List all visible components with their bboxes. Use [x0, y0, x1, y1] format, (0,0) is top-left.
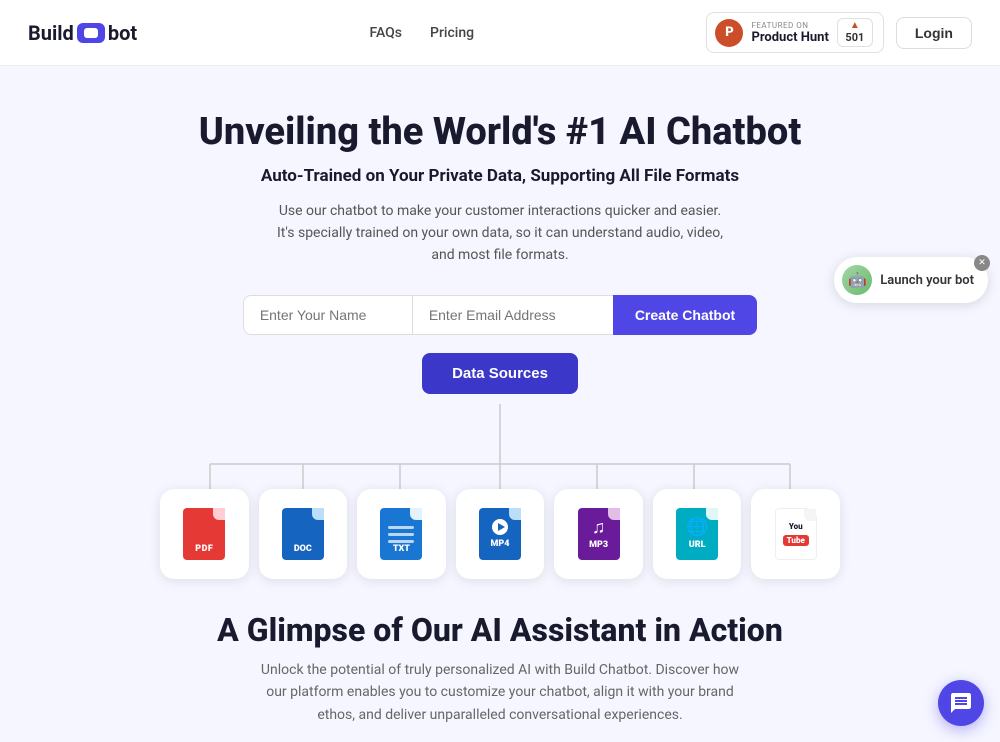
yt-tube-label: Tube	[783, 535, 809, 546]
doc-label: DOC	[294, 544, 312, 554]
launch-bot-close-icon[interactable]: ✕	[974, 255, 990, 271]
txt-card: TXT	[357, 489, 446, 579]
mp4-icon-body: MP4	[479, 508, 521, 560]
logo-bot: bot	[108, 21, 137, 45]
ph-logo: P	[715, 19, 743, 47]
file-icons-row: PDF DOC	[160, 489, 840, 579]
launch-bot-label: Launch your bot	[880, 273, 974, 288]
pdf-icon-body: PDF	[183, 508, 225, 560]
txt-line-1	[388, 526, 414, 529]
bottom-heading: A Glimpse of Our AI Assistant in Action	[20, 611, 980, 649]
product-hunt-badge[interactable]: P FEATURED ON Product Hunt ▲ 501	[706, 12, 883, 53]
tree-container: PDF DOC	[0, 404, 1000, 579]
url-label: URL	[689, 540, 706, 550]
logo-icon	[77, 23, 105, 43]
logo: Build bot	[28, 21, 137, 45]
ph-votes: ▲ 501	[837, 18, 873, 47]
hero-subheading: Auto-Trained on Your Private Data, Suppo…	[20, 166, 980, 186]
chat-bubble-button[interactable]	[938, 680, 984, 726]
login-button[interactable]: Login	[896, 17, 972, 49]
mp4-icon: MP4	[473, 504, 527, 564]
txt-icon-body: TXT	[380, 508, 422, 560]
url-icon: 🌐 URL	[670, 504, 724, 564]
doc-icon: DOC	[276, 504, 330, 564]
nav-links: FAQs Pricing	[369, 25, 474, 41]
pdf-card: PDF	[160, 489, 249, 579]
url-card: 🌐 URL	[653, 489, 742, 579]
yt-icon-body: You Tube	[775, 508, 817, 560]
data-sources-button[interactable]: Data Sources	[422, 353, 578, 394]
pdf-label: PDF	[195, 544, 213, 554]
bottom-section: A Glimpse of Our AI Assistant in Action …	[0, 579, 1000, 742]
txt-lines	[388, 526, 414, 547]
yt-you-label: You	[789, 522, 803, 531]
hero-section: Unveiling the World's #1 AI Chatbot Auto…	[0, 66, 1000, 404]
mp4-play-icon	[492, 519, 508, 535]
navbar: Build bot FAQs Pricing P FEATURED ON Prod…	[0, 0, 1000, 66]
ph-vote-count: 501	[845, 31, 864, 44]
youtube-card: You Tube	[751, 489, 840, 579]
url-icon-body: 🌐 URL	[676, 508, 718, 560]
mp3-note-icon: ♫	[592, 517, 606, 538]
txt-line-2	[388, 533, 414, 536]
hero-heading: Unveiling the World's #1 AI Chatbot	[20, 110, 980, 156]
mp3-card: ♫ MP3	[554, 489, 643, 579]
chat-bubble-icon	[949, 691, 973, 715]
nav-right: P FEATURED ON Product Hunt ▲ 501 Login	[706, 12, 972, 53]
cta-form: Create Chatbot	[20, 295, 980, 335]
pdf-icon: PDF	[177, 504, 231, 564]
launch-bot-avatar: 🤖	[842, 265, 872, 295]
create-chatbot-button[interactable]: Create Chatbot	[613, 295, 757, 335]
youtube-icon: You Tube	[769, 504, 823, 564]
mp3-icon-body: ♫ MP3	[578, 508, 620, 560]
txt-icon: TXT	[374, 504, 428, 564]
txt-line-3	[388, 540, 414, 543]
data-sources-section: PDF DOC	[0, 404, 1000, 579]
name-input[interactable]	[243, 295, 413, 335]
hero-description: Use our chatbot to make your customer in…	[270, 200, 730, 267]
doc-card: DOC	[259, 489, 348, 579]
logo-build: Build	[28, 21, 74, 45]
launch-bot-widget[interactable]: 🤖 Launch your bot ✕	[834, 257, 988, 303]
ph-text-block: FEATURED ON Product Hunt	[751, 21, 828, 45]
mp3-icon: ♫ MP3	[572, 504, 626, 564]
bottom-description: Unlock the potential of truly personaliz…	[250, 659, 750, 726]
ph-arrow-icon: ▲	[850, 21, 860, 31]
nav-link-pricing[interactable]: Pricing	[430, 25, 474, 41]
ph-name: Product Hunt	[751, 30, 828, 45]
ph-featured-text: FEATURED ON	[751, 21, 828, 30]
mp4-label: MP4	[491, 539, 510, 549]
mp3-label: MP3	[589, 540, 608, 550]
mp4-card: MP4	[456, 489, 545, 579]
doc-icon-body: DOC	[282, 508, 324, 560]
url-globe-icon: 🌐	[686, 517, 708, 538]
nav-link-faqs[interactable]: FAQs	[369, 25, 402, 41]
email-input[interactable]	[413, 295, 613, 335]
